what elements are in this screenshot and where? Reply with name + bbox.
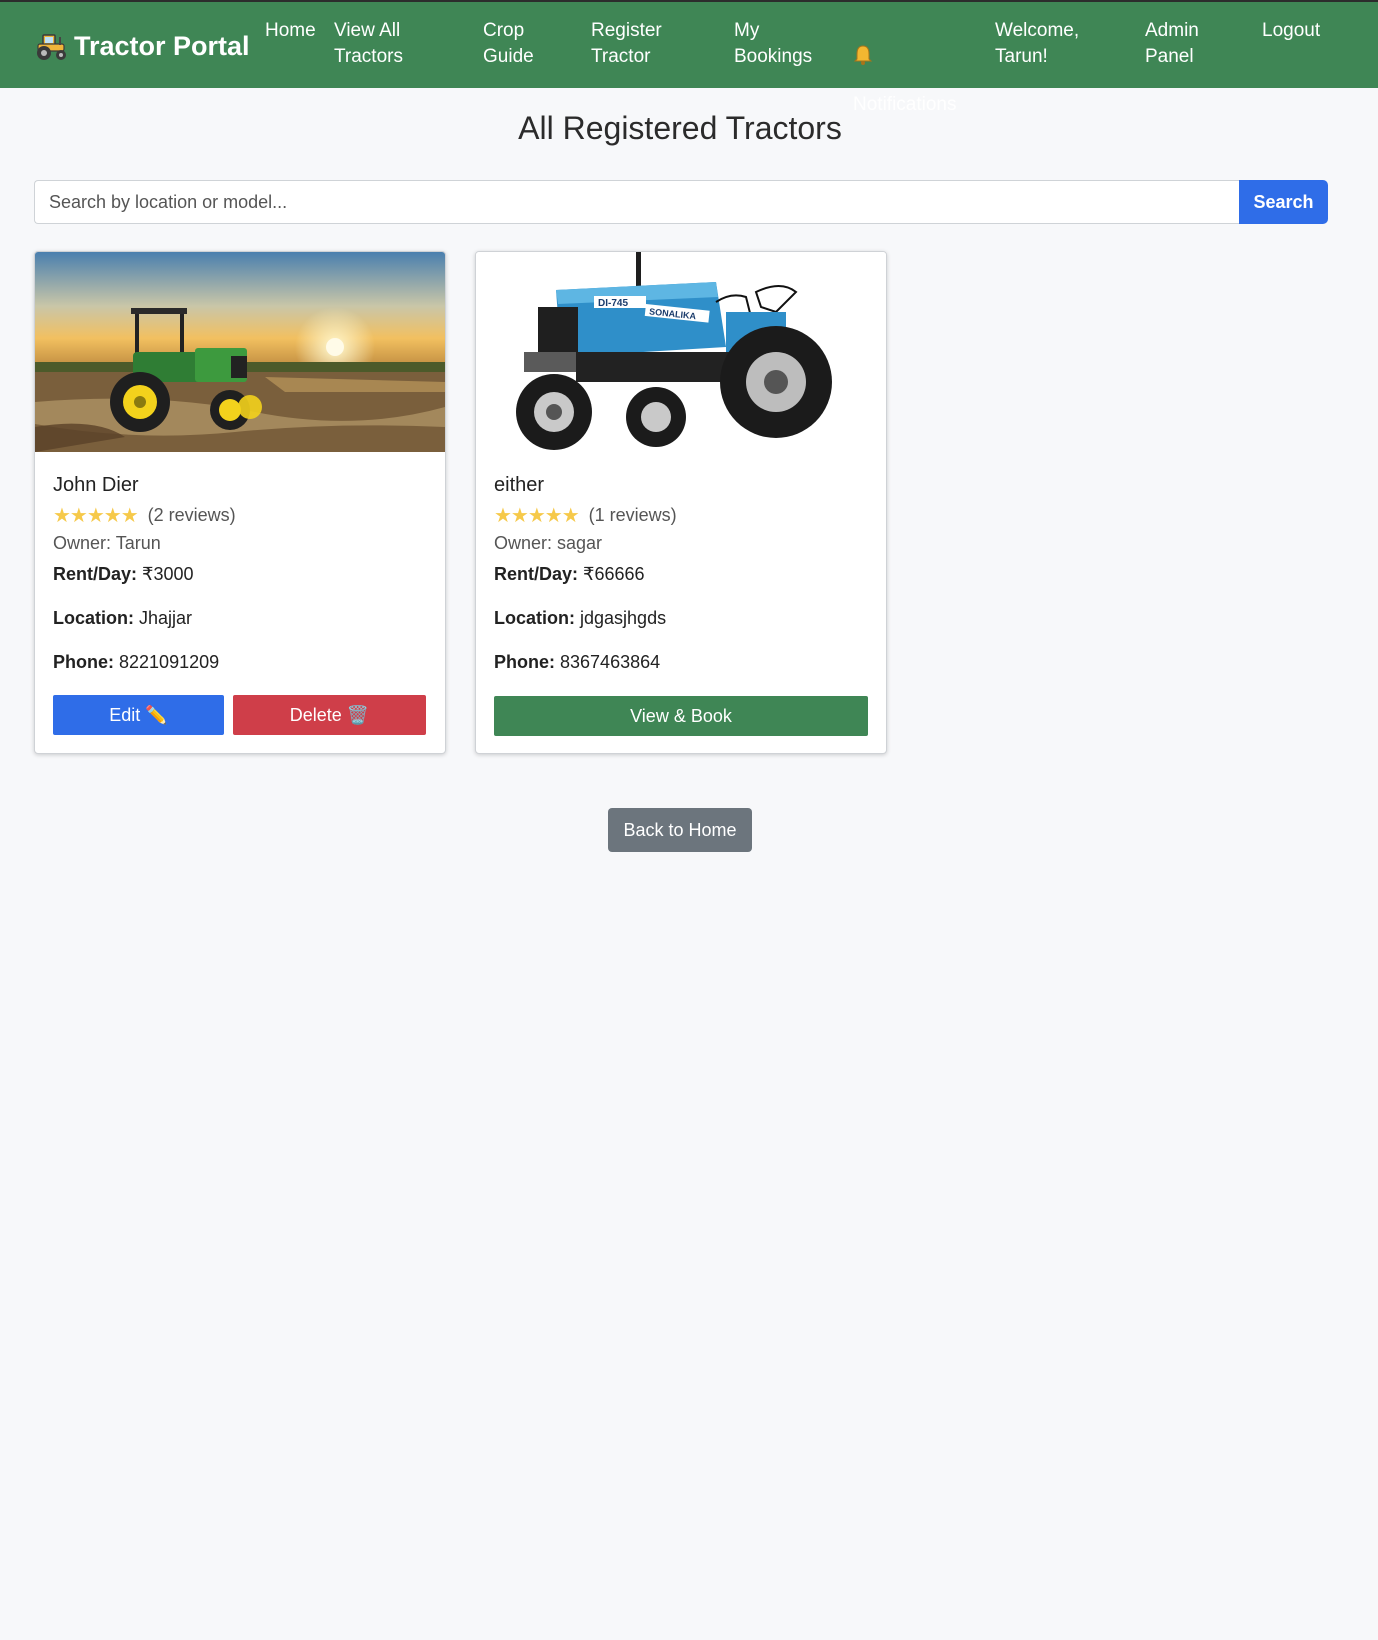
search-button[interactable]: Search <box>1239 180 1328 224</box>
tractor-image: DI-745 SONALIKA <box>476 252 886 452</box>
rent-value: ₹66666 <box>583 564 645 584</box>
nav-crop-guide[interactable]: Crop Guide <box>483 18 534 70</box>
tractor-model-text: DI-745 <box>598 298 628 309</box>
nav-register-tractor[interactable]: Register Tractor <box>591 18 662 70</box>
rent-per-day: Rent/Day: ₹3000 <box>53 561 427 587</box>
owner-text: Owner: Tarun <box>53 533 161 553</box>
nav-view-all-tractors[interactable]: View All Tractors <box>334 18 403 70</box>
delete-button[interactable]: Delete 🗑️ <box>233 695 426 735</box>
nav-notifications[interactable]: Notifications <box>853 18 957 118</box>
star-rating-icon: ★★★★★ <box>53 504 139 527</box>
nav-home[interactable]: Home <box>265 18 316 44</box>
owner-text: Owner: sagar <box>494 533 603 553</box>
review-count: (1 reviews) <box>588 504 677 525</box>
phone-value: 8221091209 <box>119 652 220 672</box>
edit-button[interactable]: Edit ✏️ <box>53 695 224 735</box>
tractor-name: either <box>494 474 545 496</box>
rating: ★★★★★ (2 reviews) <box>53 502 427 528</box>
phone: Phone: 8367463864 <box>494 649 868 675</box>
tractor-card: DI-745 SONALIKA either ★★★★★ (1 reviews)… <box>475 251 887 754</box>
page-title: All Registered Tractors <box>518 110 842 146</box>
location-label: Location: <box>53 608 134 628</box>
rating: ★★★★★ (1 reviews) <box>494 502 868 528</box>
location-label: Location: <box>494 608 575 628</box>
tractor-card: John Dier ★★★★★ (2 reviews) Owner: Tarun… <box>34 251 446 754</box>
location-value: Jhajjar <box>139 608 193 628</box>
search-input[interactable] <box>34 180 1239 224</box>
tractor-icon <box>37 34 66 60</box>
location: Location: Jhajjar <box>53 605 427 631</box>
phone-value: 8367463864 <box>560 652 661 672</box>
rent-value: ₹3000 <box>142 564 194 584</box>
phone-label: Phone: <box>494 652 555 672</box>
view-book-button[interactable]: View & Book <box>494 696 868 736</box>
rent-label: Rent/Day: <box>494 564 579 584</box>
phone-label: Phone: <box>53 652 114 672</box>
bell-icon <box>853 45 873 65</box>
tractor-card-body: either ★★★★★ (1 reviews) Owner: sagar Re… <box>494 470 868 675</box>
nav-admin-panel[interactable]: Admin Panel <box>1145 18 1199 70</box>
nav-my-bookings[interactable]: My Bookings <box>734 18 812 70</box>
tractor-image <box>35 252 445 452</box>
nav-logout[interactable]: Logout <box>1262 18 1320 44</box>
back-to-home-button[interactable]: Back to Home <box>608 808 752 852</box>
star-rating-icon: ★★★★★ <box>494 504 580 527</box>
top-navbar: Tractor Portal Home View All Tractors Cr… <box>0 0 1378 115</box>
tractor-name: John Dier <box>53 474 139 496</box>
rent-label: Rent/Day: <box>53 564 138 584</box>
review-count: (2 reviews) <box>147 504 236 525</box>
tractor-card-body: John Dier ★★★★★ (2 reviews) Owner: Tarun… <box>53 470 427 675</box>
location-value: jdgasjhgds <box>580 608 667 628</box>
nav-welcome: Welcome, Tarun! <box>995 20 1080 67</box>
rent-per-day: Rent/Day: ₹66666 <box>494 561 868 587</box>
brand-title: Tractor Portal <box>74 30 250 61</box>
location: Location: jdgasjhgds <box>494 605 868 631</box>
phone: Phone: 8221091209 <box>53 649 427 675</box>
search-bar: Search <box>34 180 1328 224</box>
brand-logo[interactable]: Tractor Portal <box>34 28 250 64</box>
